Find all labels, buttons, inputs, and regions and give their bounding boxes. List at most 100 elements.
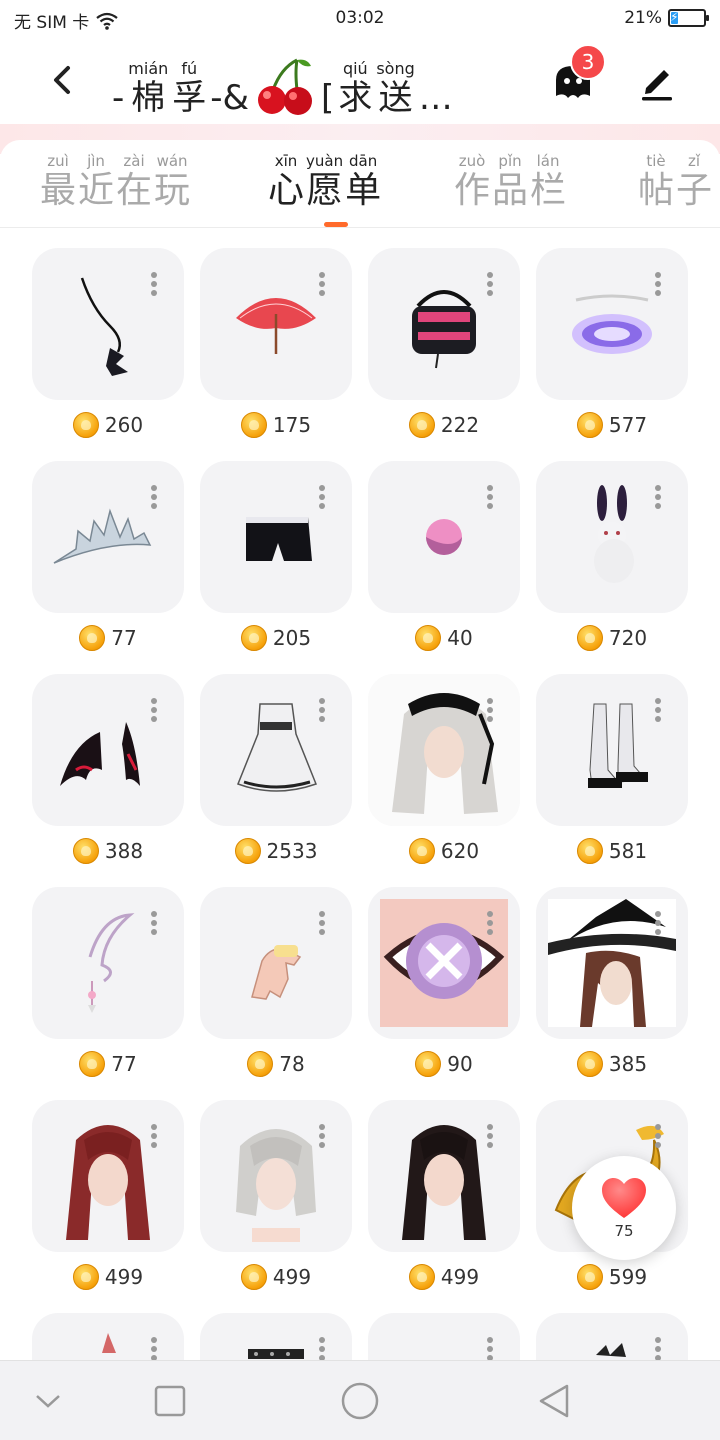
tab-char: yuàn 愿 [306,152,344,211]
item-thumbnail[interactable] [200,248,352,400]
item-thumbnail[interactable] [200,461,352,613]
witch-hat-image [548,899,676,1027]
like-float-button[interactable]: 75 [572,1156,676,1260]
more-options-icon[interactable] [654,272,662,300]
silver-bob-image [236,1129,316,1242]
earring-image [88,913,135,1013]
tab-char: zǐ 子 [676,152,713,211]
back-button[interactable] [40,58,84,102]
item-price: 77 [32,1049,184,1079]
more-options-icon[interactable] [654,911,662,939]
item-price: 78 [200,1049,352,1079]
battery-level: ⚡ [670,10,679,24]
blush-image [426,519,462,555]
more-options-icon[interactable] [318,911,326,939]
tab-char: dān 单 [345,152,382,211]
tab-recent-play[interactable]: zuì 最 jìn 近 zài 在 wán 玩 [40,152,190,212]
wings-image [60,722,140,786]
tab-char: jìn 近 [78,152,115,211]
item-price: 175 [200,410,352,440]
recents-square-icon[interactable] [148,1381,192,1421]
item-thumbnail[interactable] [368,1100,520,1252]
more-options-icon[interactable] [150,485,158,513]
item-thumbnail[interactable] [200,887,352,1039]
coin-icon [415,625,442,651]
tab-bar: zuì 最 jìn 近 zài 在 wán 玩 xīn 心 yuàn 愿 dān 单 zuò 作 pǐn 品 l… [0,140,720,228]
item-thumbnail[interactable] [368,674,520,826]
coin-icon [72,1264,99,1290]
item-price: 260 [32,410,184,440]
collapse-down-icon[interactable] [26,1381,70,1421]
coin-icon [79,625,106,651]
item-price: 77 [32,623,184,653]
boots-image [588,703,648,788]
tab-wishlist[interactable]: xīn 心 yuàn 愿 dān 单 [268,152,381,212]
tab-char: zuò 作 [454,152,491,211]
price-value: 581 [608,839,648,863]
coin-icon [240,412,267,438]
eye-image [380,899,508,1027]
tab-char: zài 在 [116,152,153,211]
coin-icon [576,1051,603,1077]
price-value: 2533 [266,839,318,863]
more-options-icon[interactable] [318,272,326,300]
item-thumbnail[interactable] [32,461,184,613]
price-value: 499 [272,1265,312,1289]
price-value: 388 [104,839,144,863]
more-options-icon[interactable] [486,485,494,513]
pen-edit-icon[interactable] [636,62,676,102]
more-options-icon[interactable] [654,698,662,726]
back-triangle-icon[interactable] [532,1381,576,1421]
coin-icon [240,625,267,651]
item-price: 577 [536,410,688,440]
item-price: 499 [32,1262,184,1292]
item-thumbnail[interactable] [368,248,520,400]
umbrella-image [236,298,316,354]
item-thumbnail[interactable] [368,887,520,1039]
price-value: 90 [447,1052,473,1076]
item-thumbnail[interactable] [536,674,688,826]
coin-icon [234,838,261,864]
item-price: 581 [536,836,688,866]
tab-char: lán 栏 [530,152,567,211]
item-thumbnail[interactable] [32,1100,184,1252]
heart-icon [602,1178,646,1218]
item-thumbnail[interactable] [368,461,520,613]
more-options-icon[interactable] [486,698,494,726]
more-options-icon[interactable] [486,911,494,939]
item-thumbnail[interactable] [32,248,184,400]
price-value: 499 [440,1265,480,1289]
coin-icon [408,1264,435,1290]
item-thumbnail[interactable] [32,674,184,826]
more-options-icon[interactable] [318,698,326,726]
more-options-icon[interactable] [654,1124,662,1152]
battery-icon: ⚡ [668,9,709,27]
item-thumbnail[interactable] [536,887,688,1039]
more-options-icon[interactable] [318,485,326,513]
item-thumbnail[interactable] [200,674,352,826]
price-value: 40 [447,626,473,650]
more-options-icon[interactable] [150,272,158,300]
home-circle-icon[interactable] [338,1381,382,1421]
item-thumbnail[interactable] [32,887,184,1039]
item-price: 499 [200,1262,352,1292]
more-options-icon[interactable] [486,272,494,300]
more-options-icon[interactable] [150,698,158,726]
message-badge: 3 [570,44,606,80]
more-options-icon[interactable] [318,1124,326,1152]
item-price: 40 [368,623,520,653]
clock: 03:02 [335,8,385,28]
more-options-icon[interactable] [486,1124,494,1152]
item-thumbnail[interactable] [200,1100,352,1252]
more-options-icon[interactable] [150,911,158,939]
price-value: 577 [608,413,648,437]
more-options-icon[interactable] [654,485,662,513]
item-thumbnail[interactable] [536,461,688,613]
tab-works[interactable]: zuò 作 pǐn 品 lán 栏 [454,152,566,212]
tab-char: tiè 帖 [638,152,675,211]
more-options-icon[interactable] [150,1124,158,1152]
coin-icon [408,412,435,438]
item-thumbnail[interactable] [536,248,688,400]
tiara-image [53,508,152,564]
tab-posts[interactable]: tiè 帖 zǐ 子 [638,152,712,212]
